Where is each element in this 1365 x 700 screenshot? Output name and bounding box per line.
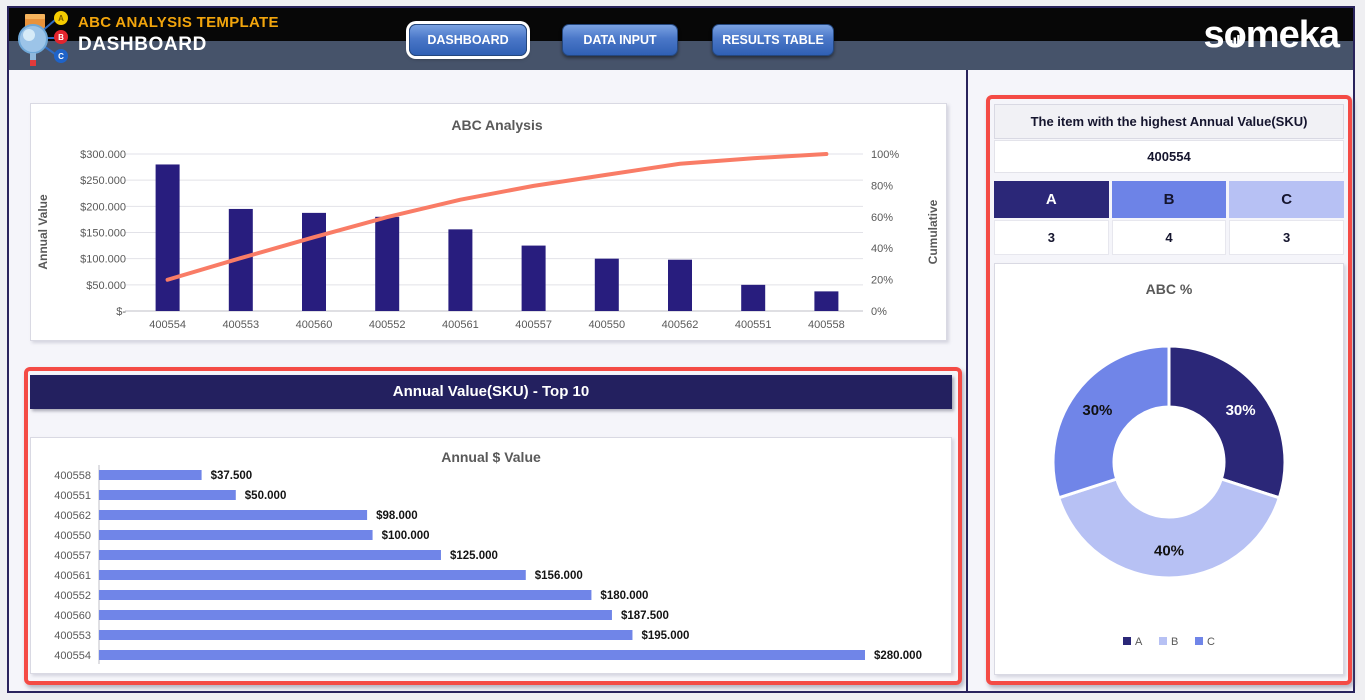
svg-text:40%: 40% xyxy=(871,243,893,255)
svg-text:Annual $ Value: Annual $ Value xyxy=(441,449,541,465)
class-c-header: C xyxy=(1229,181,1344,218)
svg-text:$100.000: $100.000 xyxy=(80,254,126,266)
abc-class-table: A B C 3 4 3 xyxy=(994,181,1344,255)
top10-banner: Annual Value(SKU) - Top 10 xyxy=(30,375,952,409)
svg-text:400557: 400557 xyxy=(515,319,552,331)
nav-results-table-button[interactable]: RESULTS TABLE xyxy=(712,24,834,56)
svg-text:$50.000: $50.000 xyxy=(245,490,287,502)
svg-text:ABC %: ABC % xyxy=(1146,281,1193,297)
svg-text:$125.000: $125.000 xyxy=(450,550,498,562)
content-area: ABC Analysis $300.000 $250.000 $200.000 $150… xyxy=(9,70,1353,691)
svg-text:400560: 400560 xyxy=(296,319,333,331)
svg-text:400552: 400552 xyxy=(369,319,406,331)
svg-text:$250.000: $250.000 xyxy=(80,175,126,187)
svg-text:0%: 0% xyxy=(871,306,887,318)
header: A B C ABC ANALYSIS TEMPLATE DASHBOARD DA… xyxy=(9,8,1353,70)
svg-text:$-: $- xyxy=(116,306,126,318)
annual-value-chart-card: Annual $ Value 400558 $37.500 400551 $50.000… xyxy=(30,437,952,674)
svg-text:40%: 40% xyxy=(1154,543,1184,560)
abc-analysis-chart: ABC Analysis $300.000 $250.000 $200.000 $150… xyxy=(31,104,946,340)
page-title: DASHBOARD xyxy=(78,34,279,56)
svg-text:400552: 400552 xyxy=(54,590,91,602)
svg-text:$50.000: $50.000 xyxy=(86,280,126,292)
abc-percent-donut-chart: ABC % 30% 40% 30% A B C xyxy=(995,264,1343,674)
class-c-count: 3 xyxy=(1229,220,1344,255)
svg-text:60%: 60% xyxy=(871,212,893,224)
svg-text:$200.000: $200.000 xyxy=(80,201,126,213)
template-title: ABC ANALYSIS TEMPLATE xyxy=(78,14,279,31)
svg-text:80%: 80% xyxy=(871,180,893,192)
someka-logo: someka xyxy=(1203,14,1339,57)
svg-text:Cumulative: Cumulative xyxy=(926,199,940,264)
svg-text:Annual Value: Annual Value xyxy=(36,194,50,270)
class-a-count: 3 xyxy=(994,220,1109,255)
svg-text:$150.000: $150.000 xyxy=(80,228,126,240)
svg-text:$300.000: $300.000 xyxy=(80,149,126,161)
highest-item-value: 400554 xyxy=(994,140,1344,173)
class-a-header: A xyxy=(994,181,1109,218)
svg-text:400561: 400561 xyxy=(442,319,479,331)
dashboard-sheet: A B C ABC ANALYSIS TEMPLATE DASHBOARD DA… xyxy=(7,6,1355,693)
svg-text:400558: 400558 xyxy=(54,470,91,482)
abc-analysis-chart-card: ABC Analysis $300.000 $250.000 $200.000 $150… xyxy=(30,103,947,341)
svg-text:400551: 400551 xyxy=(54,490,91,502)
svg-text:A: A xyxy=(1135,636,1143,648)
svg-text:400554: 400554 xyxy=(54,650,91,662)
column-divider xyxy=(966,70,968,691)
svg-text:20%: 20% xyxy=(871,275,893,287)
svg-text:400558: 400558 xyxy=(808,319,845,331)
svg-text:400560: 400560 xyxy=(54,610,91,622)
class-b-count: 4 xyxy=(1112,220,1227,255)
nav-dashboard-button[interactable]: DASHBOARD xyxy=(409,24,527,56)
svg-text:$280.000: $280.000 xyxy=(874,650,922,662)
svg-text:400554: 400554 xyxy=(149,319,186,331)
class-b-header: B xyxy=(1112,181,1227,218)
svg-text:400550: 400550 xyxy=(588,319,625,331)
highest-item-title: The item with the highest Annual Value(S… xyxy=(994,104,1344,139)
svg-text:$187.500: $187.500 xyxy=(621,610,669,622)
someka-logo-bars-icon xyxy=(1230,34,1240,44)
svg-text:400550: 400550 xyxy=(54,530,91,542)
svg-text:$156.000: $156.000 xyxy=(535,570,583,582)
svg-text:$37.500: $37.500 xyxy=(211,470,253,482)
nav-data-input-button[interactable]: DATA INPUT xyxy=(562,24,678,56)
title-block: ABC ANALYSIS TEMPLATE DASHBOARD xyxy=(78,14,279,56)
svg-text:$100.000: $100.000 xyxy=(382,530,430,542)
svg-text:$98.000: $98.000 xyxy=(376,510,418,522)
svg-text:400553: 400553 xyxy=(222,319,259,331)
top10-section: Annual Value(SKU) - Top 10 Annual $ Valu… xyxy=(24,367,962,685)
logo-badge-b: B xyxy=(58,33,64,42)
logo-badge-a: A xyxy=(58,14,64,23)
svg-text:400562: 400562 xyxy=(662,319,699,331)
svg-text:30%: 30% xyxy=(1226,402,1256,419)
svg-text:30%: 30% xyxy=(1082,402,1112,419)
svg-text:ABC Analysis: ABC Analysis xyxy=(451,117,543,133)
abc-summary-panel: The item with the highest Annual Value(S… xyxy=(986,95,1352,685)
svg-text:C: C xyxy=(1207,636,1215,648)
svg-text:100%: 100% xyxy=(871,149,899,161)
svg-text:400551: 400551 xyxy=(735,319,772,331)
svg-text:400557: 400557 xyxy=(54,550,91,562)
logo-badge-c: C xyxy=(58,52,64,61)
svg-text:B: B xyxy=(1171,636,1178,648)
svg-text:400562: 400562 xyxy=(54,510,91,522)
svg-text:$195.000: $195.000 xyxy=(641,630,689,642)
svg-text:400553: 400553 xyxy=(54,630,91,642)
abc-percent-chart-card: ABC % 30% 40% 30% A B C xyxy=(994,263,1344,675)
svg-text:$180.000: $180.000 xyxy=(600,590,648,602)
abc-logo-icon: A B C xyxy=(11,10,77,68)
svg-text:400561: 400561 xyxy=(54,570,91,582)
annual-value-chart: Annual $ Value 400558 $37.500 400551 $50.000… xyxy=(31,438,951,673)
